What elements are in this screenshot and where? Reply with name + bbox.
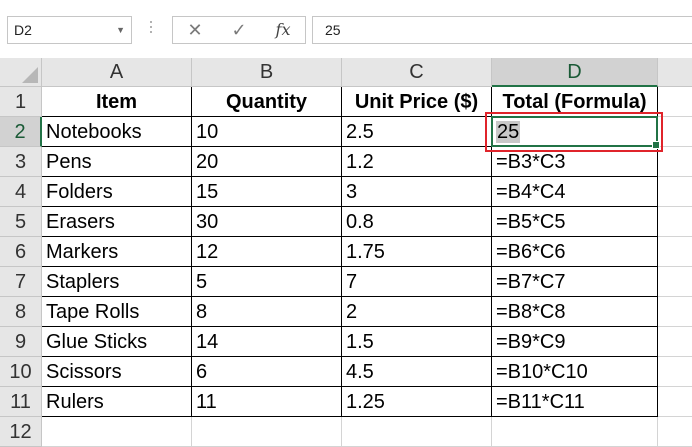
header-cell-c[interactable]: Unit Price ($) <box>342 87 492 117</box>
empty-cell[interactable] <box>192 417 342 447</box>
column-header-d[interactable]: D <box>492 58 658 87</box>
empty-cell[interactable] <box>658 207 692 237</box>
table-cell[interactable]: =B5*C5 <box>492 207 658 237</box>
table-cell[interactable]: Staplers <box>42 267 192 297</box>
table-cell[interactable]: =B6*C6 <box>492 237 658 267</box>
table-cell[interactable]: =B7*C7 <box>492 267 658 297</box>
empty-cell[interactable] <box>658 117 692 147</box>
empty-cell[interactable] <box>658 297 692 327</box>
header-cell-d[interactable]: Total (Formula) <box>492 87 658 117</box>
empty-cell[interactable] <box>658 357 692 387</box>
header-cell-a[interactable]: Item <box>42 87 192 117</box>
table-cell[interactable]: 12 <box>192 237 342 267</box>
table-cell[interactable]: 20 <box>192 147 342 177</box>
table-cell[interactable]: 15 <box>192 177 342 207</box>
row-header-10[interactable]: 10 <box>0 357 42 387</box>
table-cell[interactable]: 25 <box>492 117 658 147</box>
empty-cell[interactable] <box>658 147 692 177</box>
empty-cell[interactable] <box>658 327 692 357</box>
table-cell[interactable]: 2.5 <box>342 117 492 147</box>
formula-buttons: ✕ ✓ fx <box>172 16 306 44</box>
table-cell[interactable]: 6 <box>192 357 342 387</box>
row-header-2[interactable]: 2 <box>0 117 42 147</box>
table-cell[interactable]: 14 <box>192 327 342 357</box>
empty-cell[interactable] <box>658 87 692 117</box>
empty-cell[interactable] <box>658 267 692 297</box>
table-cell[interactable]: =B3*C3 <box>492 147 658 177</box>
insert-function-icon[interactable]: fx <box>263 17 303 43</box>
table-cell[interactable]: Tape Rolls <box>42 297 192 327</box>
table-cell[interactable]: 5 <box>192 267 342 297</box>
empty-cell[interactable] <box>658 237 692 267</box>
column-header-blank <box>658 58 692 87</box>
row-header-3[interactable]: 3 <box>0 147 42 177</box>
cancel-icon[interactable]: ✕ <box>175 17 215 43</box>
table-cell[interactable]: 11 <box>192 387 342 417</box>
table-cell[interactable]: 1.75 <box>342 237 492 267</box>
formula-bar-grip[interactable] <box>150 21 153 39</box>
table-cell[interactable]: 10 <box>192 117 342 147</box>
table-cell[interactable]: 2 <box>342 297 492 327</box>
table-cell[interactable]: Rulers <box>42 387 192 417</box>
row-header-1[interactable]: 1 <box>0 87 42 117</box>
table-cell[interactable]: =B11*C11 <box>492 387 658 417</box>
table-cell[interactable]: 1.2 <box>342 147 492 177</box>
column-header-c[interactable]: C <box>342 58 492 87</box>
table-cell[interactable]: Pens <box>42 147 192 177</box>
table-cell[interactable]: Folders <box>42 177 192 207</box>
empty-cell[interactable] <box>658 177 692 207</box>
empty-cell[interactable] <box>658 417 692 447</box>
row-header-9[interactable]: 9 <box>0 327 42 357</box>
table-cell[interactable]: Glue Sticks <box>42 327 192 357</box>
cell-edit-value: 25 <box>496 121 521 143</box>
name-box-value: D2 <box>14 22 32 38</box>
empty-cell[interactable] <box>658 387 692 417</box>
empty-cell[interactable] <box>342 417 492 447</box>
chevron-down-icon[interactable]: ▼ <box>116 17 125 43</box>
table-cell[interactable]: Notebooks <box>42 117 192 147</box>
table-cell[interactable]: 7 <box>342 267 492 297</box>
column-header-b[interactable]: B <box>192 58 342 87</box>
table-cell[interactable]: =B4*C4 <box>492 177 658 207</box>
empty-cell[interactable] <box>42 417 192 447</box>
table-cell[interactable]: Markers <box>42 237 192 267</box>
table-cell[interactable]: Scissors <box>42 357 192 387</box>
table-cell[interactable]: =B9*C9 <box>492 327 658 357</box>
formula-input-value: 25 <box>325 22 341 38</box>
formula-input[interactable]: 25 <box>312 16 692 44</box>
row-header-11[interactable]: 11 <box>0 387 42 417</box>
row-header-12[interactable]: 12 <box>0 417 42 447</box>
table-cell[interactable]: 1.5 <box>342 327 492 357</box>
table-cell[interactable]: 8 <box>192 297 342 327</box>
table-cell[interactable]: 0.8 <box>342 207 492 237</box>
empty-cell[interactable] <box>492 417 658 447</box>
table-cell[interactable]: =B8*C8 <box>492 297 658 327</box>
row-header-6[interactable]: 6 <box>0 237 42 267</box>
table-cell[interactable]: =B10*C10 <box>492 357 658 387</box>
row-header-7[interactable]: 7 <box>0 267 42 297</box>
formula-bar: D2 ▼ ✕ ✓ fx 25 <box>0 0 692 60</box>
table-cell[interactable]: 30 <box>192 207 342 237</box>
table-cell[interactable]: 4.5 <box>342 357 492 387</box>
column-header-a[interactable]: A <box>42 58 192 87</box>
row-header-5[interactable]: 5 <box>0 207 42 237</box>
table-cell[interactable]: 3 <box>342 177 492 207</box>
table-cell[interactable]: Erasers <box>42 207 192 237</box>
table-cell[interactable]: 1.25 <box>342 387 492 417</box>
enter-icon[interactable]: ✓ <box>219 17 259 43</box>
row-header-4[interactable]: 4 <box>0 177 42 207</box>
name-box[interactable]: D2 ▼ <box>7 16 132 44</box>
header-cell-b[interactable]: Quantity <box>192 87 342 117</box>
select-all-button[interactable] <box>0 58 42 87</box>
row-header-8[interactable]: 8 <box>0 297 42 327</box>
